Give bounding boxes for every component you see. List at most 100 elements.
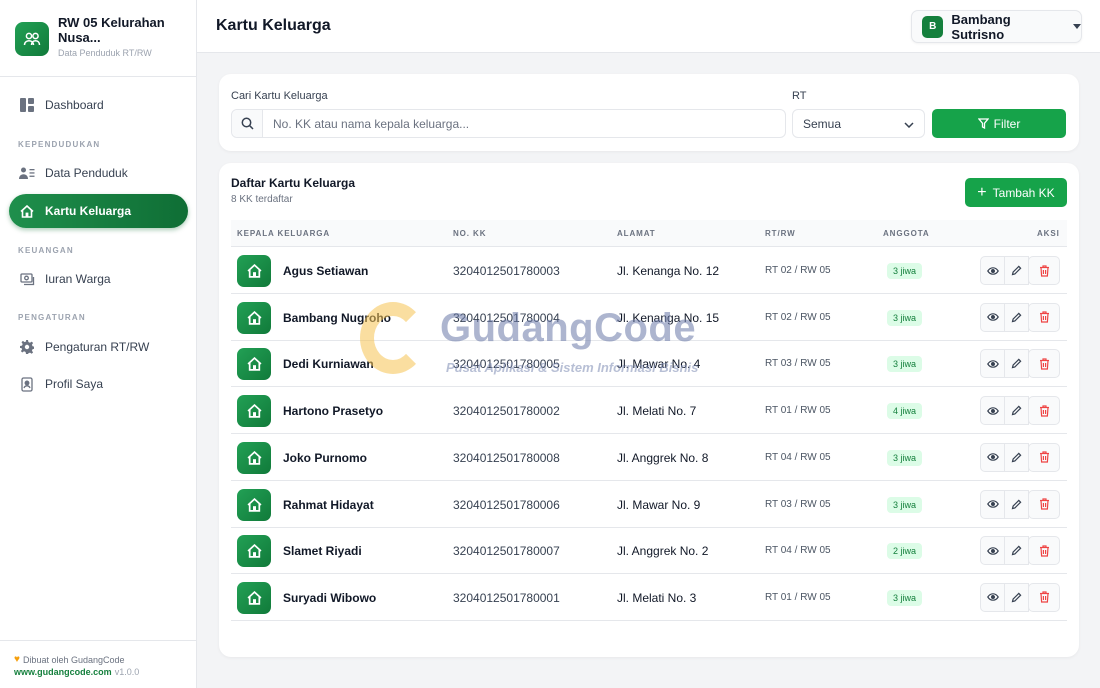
alamat: Jl. Melati No. 7: [617, 404, 697, 419]
pencil-icon: [1011, 452, 1022, 463]
delete-button[interactable]: [1028, 256, 1060, 285]
edit-button[interactable]: [1004, 349, 1029, 379]
pencil-icon: [1011, 592, 1022, 603]
sidebar-item-label: Data Penduduk: [45, 166, 128, 180]
anggota-badge: 3 jiwa: [887, 449, 923, 466]
trash-icon: [1039, 311, 1049, 323]
plus-icon: +: [977, 183, 987, 201]
alamat: Jl. Mawar No. 4: [617, 357, 701, 372]
trash-icon: [1039, 404, 1049, 417]
rt-label: RT: [792, 90, 807, 102]
delete-button[interactable]: [1028, 396, 1060, 426]
edit-button[interactable]: [1004, 582, 1029, 612]
table-row: Slamet Riyadi 3204012501780007 Jl. Anggrek…: [231, 527, 1067, 575]
table-header: KEPALA KELUARGA NO. KK ALAMAT RT/RW ANGG…: [231, 220, 1067, 247]
view-button[interactable]: [980, 442, 1005, 472]
view-button[interactable]: [980, 349, 1005, 379]
view-button[interactable]: [980, 489, 1005, 519]
search-input[interactable]: [263, 110, 785, 137]
filter-button-label: Filter: [993, 116, 1021, 131]
made-by-text: Dibuat oleh GudangCode: [22, 654, 125, 665]
site-line: www.gudangcode.com v1.0.0: [14, 667, 139, 677]
anggota-badge: 4 jiwa: [887, 403, 923, 420]
delete-button[interactable]: [1028, 442, 1060, 472]
rt-rw: RT 04 / RW 05: [765, 545, 831, 557]
section-kependudukan: KEPENDUDUKAN: [18, 140, 101, 149]
filter-button[interactable]: Filter: [932, 109, 1066, 138]
rt-select[interactable]: Semua: [792, 109, 925, 138]
anggota-badge: 3 jiwa: [887, 263, 923, 279]
rt-rw: RT 03 / RW 05: [765, 358, 831, 370]
col-no-kk[interactable]: NO. KK: [453, 229, 486, 238]
house-icon: [237, 535, 271, 568]
sidebar-item-kartu-keluarga[interactable]: Kartu Keluarga: [9, 194, 188, 228]
user-list-icon: [19, 165, 35, 181]
page-title: Kartu Keluarga: [216, 17, 331, 34]
money-icon: [19, 271, 35, 287]
pencil-icon: [1011, 499, 1022, 509]
no-kk: 3204012501780008: [453, 450, 560, 465]
trash-icon: [1039, 498, 1049, 510]
sidebar-item-pengaturan[interactable]: Pengaturan RT/RW: [9, 330, 188, 364]
gear-icon: [19, 339, 35, 355]
version: v1.0.0: [114, 667, 140, 677]
add-kk-button[interactable]: + Tambah KK: [965, 178, 1067, 207]
site-link[interactable]: www.gudangcode.com: [14, 667, 112, 677]
rt-rw: RT 02 / RW 05: [765, 265, 831, 276]
pencil-icon: [1011, 358, 1022, 369]
view-button[interactable]: [980, 582, 1005, 612]
kepala-keluarga: Bambang Nugroho: [283, 310, 391, 325]
edit-button[interactable]: [1004, 396, 1029, 426]
sidebar-item-iuran-warga[interactable]: Iuran Warga: [9, 262, 188, 296]
search-box: [231, 109, 786, 138]
funnel-icon: [977, 118, 989, 129]
view-button[interactable]: [980, 256, 1005, 285]
edit-button[interactable]: [1004, 489, 1029, 519]
no-kk: 3204012501780007: [453, 544, 560, 559]
sidebar-item-label: Dashboard: [45, 98, 104, 112]
table-row: Suryadi Wibowo 3204012501780001 Jl. Melati…: [231, 574, 1067, 621]
edit-button[interactable]: [1004, 536, 1029, 566]
people-icon: [15, 22, 49, 56]
caret-down-icon: [1073, 24, 1081, 29]
house-icon: [237, 488, 271, 521]
eye-icon: [986, 453, 999, 462]
table-row: Agus Setiawan 3204012501780003 Jl. Kenanga…: [231, 247, 1067, 294]
edit-button[interactable]: [1004, 302, 1029, 332]
delete-button[interactable]: [1028, 489, 1060, 519]
house-icon: [237, 301, 271, 334]
search-icon: [232, 110, 263, 137]
no-kk: 3204012501780001: [453, 590, 560, 605]
eye-icon: [986, 266, 999, 275]
view-button[interactable]: [980, 536, 1005, 566]
table-row: Rahmat Hidayat 3204012501780006 Jl. Mawar …: [231, 481, 1067, 528]
col-anggota[interactable]: ANGGOTA: [883, 229, 930, 238]
view-button[interactable]: [980, 302, 1005, 332]
edit-button[interactable]: [1004, 442, 1029, 472]
pencil-icon: [1011, 265, 1022, 276]
delete-button[interactable]: [1028, 536, 1060, 566]
section-keuangan: KEUANGAN: [18, 246, 74, 255]
pencil-icon: [1011, 312, 1022, 323]
col-kepala-keluarga[interactable]: KEPALA KELUARGA: [237, 229, 330, 238]
sidebar: RW 05 Kelurahan Nusa... Data Penduduk RT…: [0, 0, 197, 688]
sidebar-item-data-penduduk[interactable]: Data Penduduk: [9, 156, 188, 190]
col-rtrw[interactable]: RT/RW: [765, 229, 796, 238]
kepala-keluarga: Joko Purnomo: [283, 450, 368, 465]
sidebar-item-profil-saya[interactable]: Profil Saya: [9, 367, 188, 401]
pencil-icon: [1011, 405, 1022, 416]
kk-list-card: Daftar Kartu Keluarga 8 KK terdaftar + T…: [219, 163, 1079, 657]
view-button[interactable]: [980, 396, 1005, 426]
brand-subtitle: Data Penduduk RT/RW: [58, 48, 152, 58]
user-menu-button[interactable]: B Bambang Sutrisno: [911, 10, 1082, 43]
col-alamat[interactable]: ALAMAT: [617, 229, 656, 238]
delete-button[interactable]: [1028, 582, 1060, 612]
delete-button[interactable]: [1028, 349, 1060, 379]
edit-button[interactable]: [1004, 256, 1029, 285]
no-kk: 3204012501780004: [453, 310, 560, 325]
eye-icon: [986, 313, 999, 321]
sidebar-item-dashboard[interactable]: Dashboard: [9, 88, 188, 122]
delete-button[interactable]: [1028, 302, 1060, 332]
table-row: Hartono Prasetyo 3204012501780002 Jl. Mela…: [231, 387, 1067, 435]
rt-rw: RT 02 / RW 05: [765, 311, 831, 323]
